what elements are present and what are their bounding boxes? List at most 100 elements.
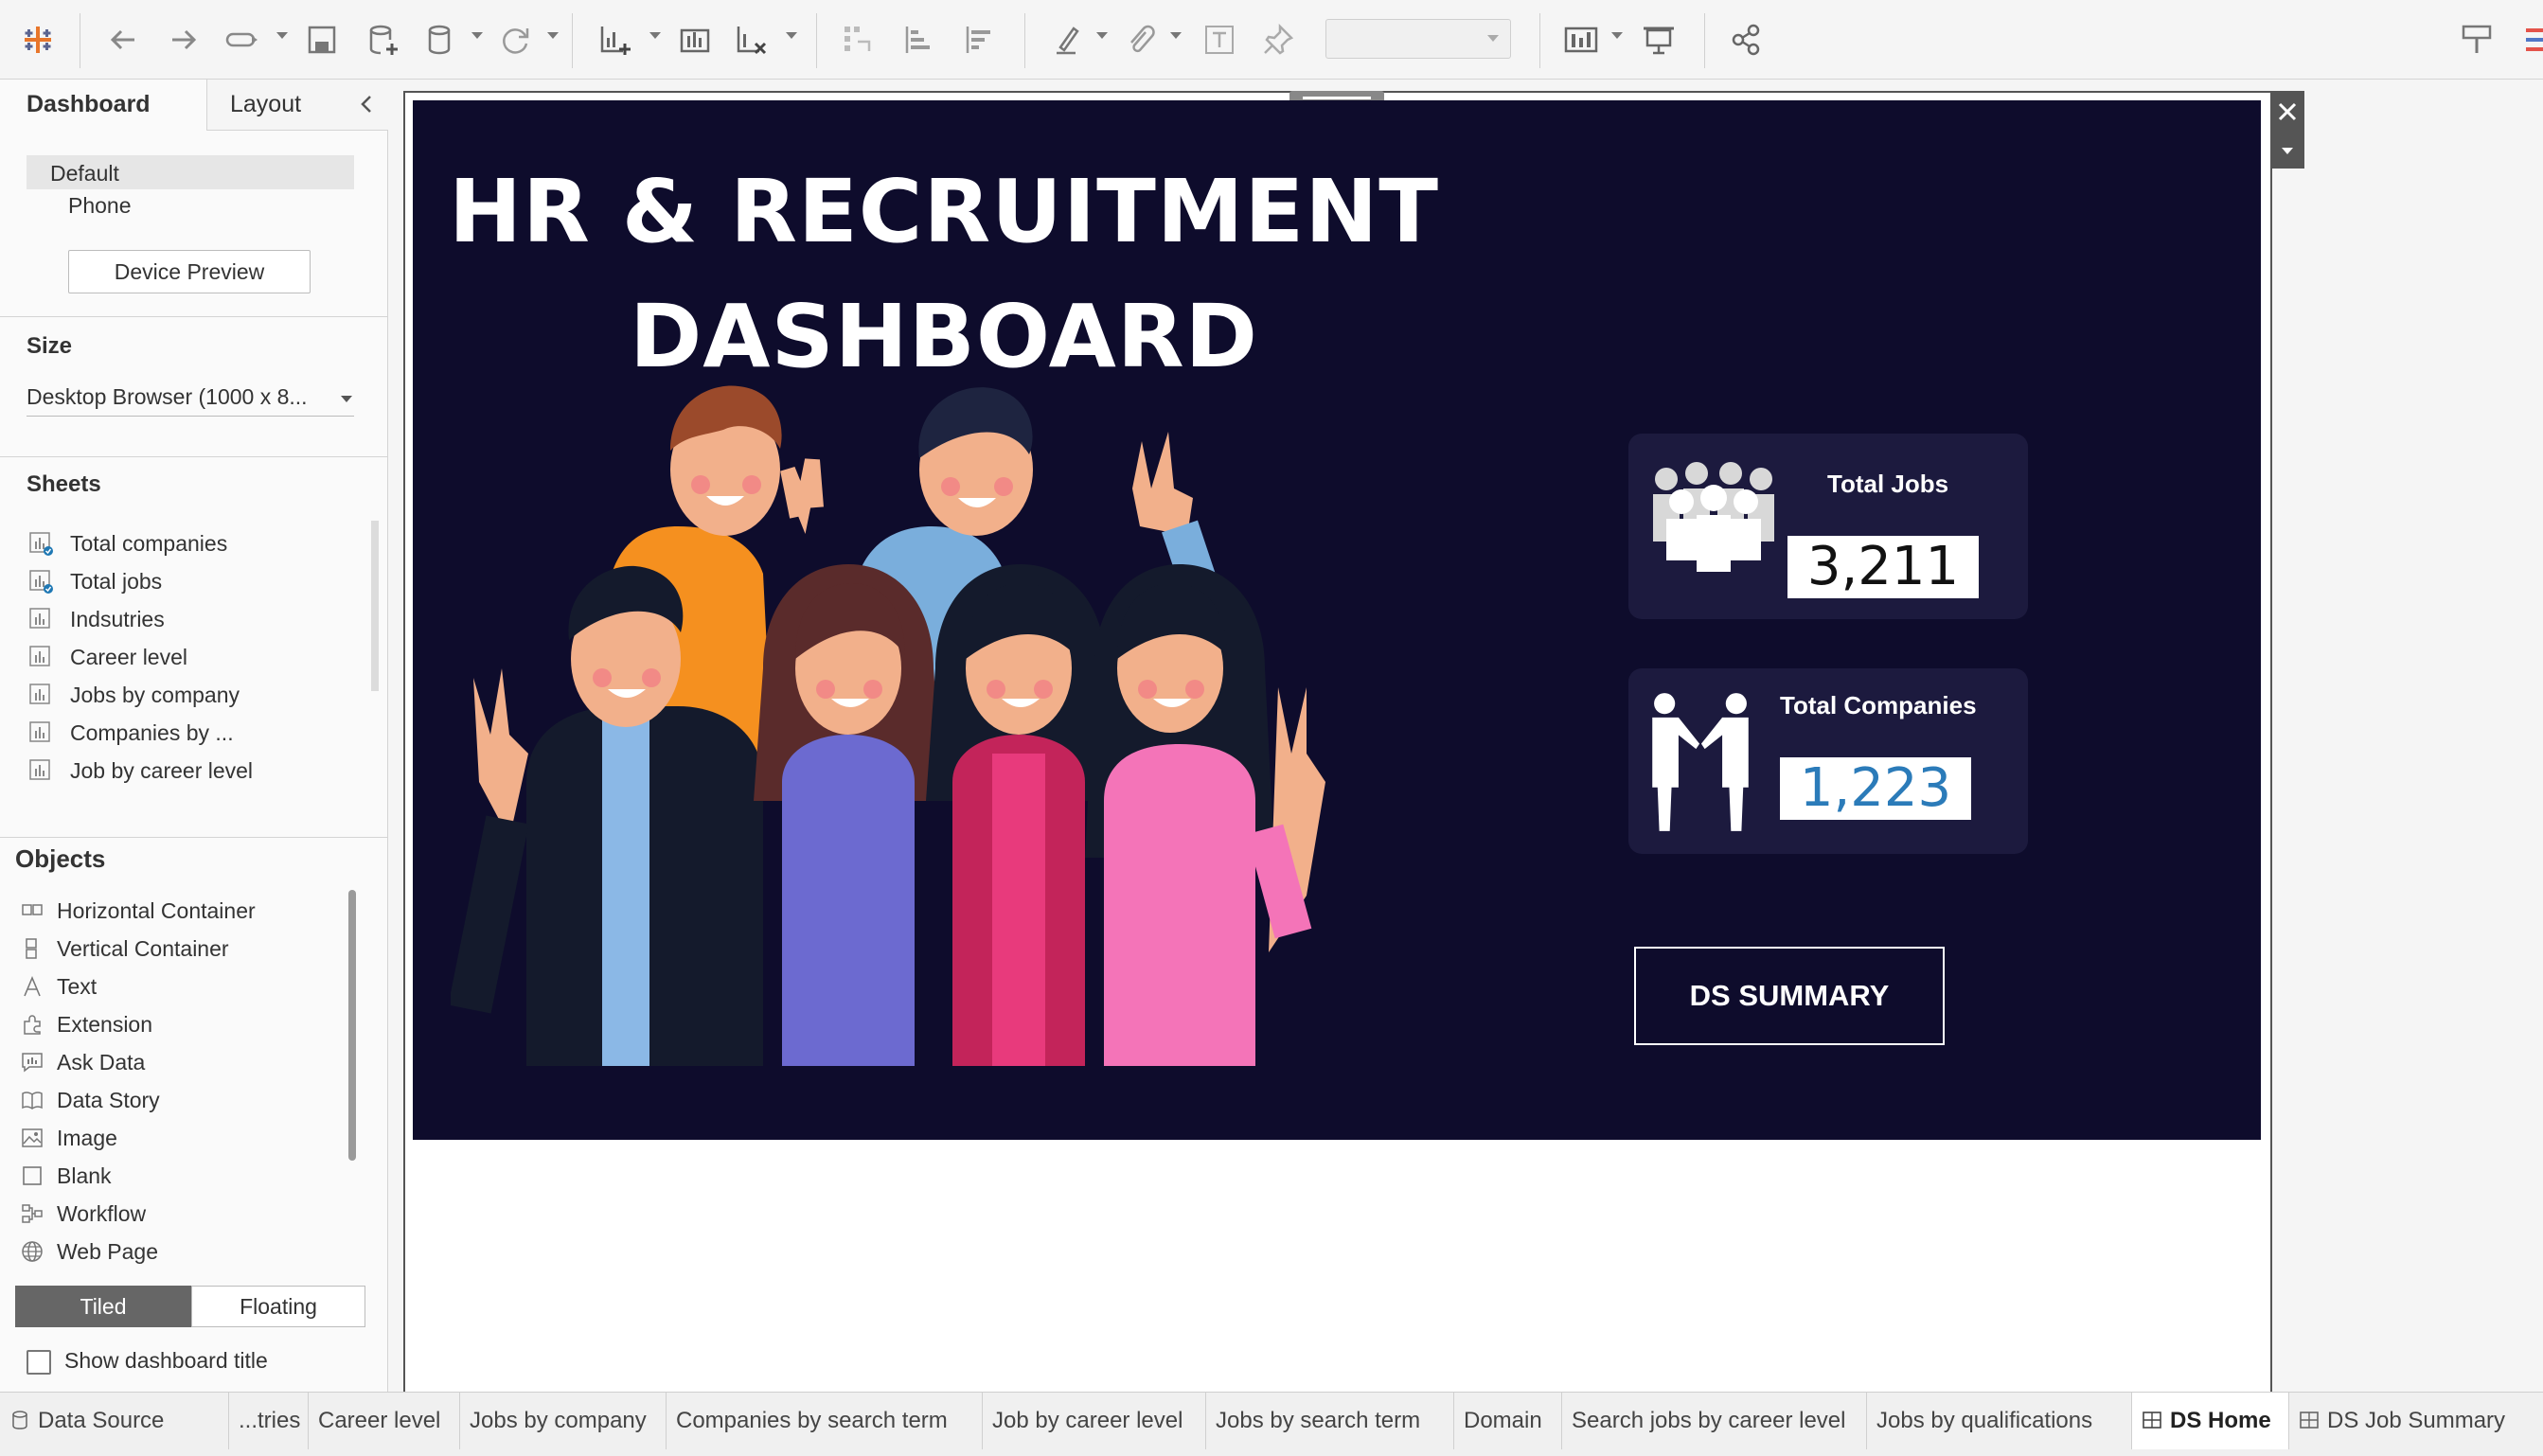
object-label: Ask Data <box>57 1049 146 1074</box>
new-datasource-icon[interactable] <box>360 17 405 62</box>
duplicate-icon[interactable] <box>672 17 718 62</box>
sheet-tab[interactable]: ...tries <box>229 1393 309 1449</box>
total-companies-value: 1,223 <box>1780 757 1971 820</box>
show-title-checkbox[interactable] <box>27 1350 51 1375</box>
sheets-scrollbar[interactable] <box>371 521 379 691</box>
clear-icon[interactable] <box>729 17 774 62</box>
objects-scrollbar[interactable] <box>348 890 356 1161</box>
redo-icon[interactable] <box>220 17 265 62</box>
new-worksheet-dropdown-icon[interactable] <box>649 32 661 39</box>
sheet-item[interactable]: Total jobs <box>28 562 369 600</box>
divider <box>0 456 388 457</box>
sheet-tab[interactable]: DS Job Summary <box>2289 1393 2543 1449</box>
device-default[interactable]: Default <box>27 155 354 189</box>
sheet-tab[interactable]: Companies by search term <box>667 1393 983 1449</box>
datasource-dropdown-icon[interactable] <box>471 32 483 39</box>
container-controls <box>2270 91 2304 169</box>
format-icon[interactable] <box>2454 17 2499 62</box>
objects-list: Horizontal Container Vertical Container … <box>21 892 343 1270</box>
sheet-tab[interactable]: Job by career level <box>983 1393 1206 1449</box>
sheet-item[interactable]: Total companies <box>28 524 369 562</box>
presentation-icon[interactable] <box>1636 17 1681 62</box>
dashboard-title-line1: HR & RECRUITMENT <box>448 161 1439 262</box>
sheet-item[interactable]: Companies by ... <box>28 714 369 752</box>
chevron-down-icon <box>1487 35 1499 42</box>
dashboard-zone[interactable]: HR & RECRUITMENT DASHBOARD Total Jobs 3,… <box>413 100 2261 1140</box>
sheet-label: Companies by ... <box>70 719 234 745</box>
sheet-label: Total jobs <box>70 568 163 594</box>
object-item[interactable]: Vertical Container <box>21 930 343 968</box>
total-companies-card[interactable]: Total Companies 1,223 <box>1628 668 2028 854</box>
highlight-icon[interactable] <box>1045 17 1091 62</box>
text-icon <box>24 975 41 997</box>
forward-icon[interactable] <box>161 17 206 62</box>
pin-icon[interactable] <box>1255 17 1301 62</box>
redo-dropdown-icon[interactable] <box>276 32 288 39</box>
object-item[interactable]: Data Story <box>21 1081 343 1119</box>
close-icon[interactable] <box>2270 95 2304 129</box>
back-icon[interactable] <box>100 17 146 62</box>
tab-label: DS Home <box>2170 1408 2271 1433</box>
share-icon[interactable] <box>1723 17 1769 62</box>
sheet-tab[interactable]: Jobs by company <box>460 1393 667 1449</box>
object-item[interactable]: Web Page <box>21 1233 343 1270</box>
sheet-item[interactable]: Career level <box>28 638 369 676</box>
datasource-icon[interactable] <box>417 17 462 62</box>
size-select[interactable]: Desktop Browser (1000 x 8... <box>27 379 354 417</box>
tableau-logo-icon[interactable] <box>15 17 61 62</box>
globe-icon <box>22 1241 43 1262</box>
object-item[interactable]: Horizontal Container <box>21 892 343 930</box>
image-icon <box>22 1128 43 1147</box>
show-me-icon[interactable] <box>1558 17 1604 62</box>
new-worksheet-icon[interactable] <box>593 17 638 62</box>
sheet-tab[interactable]: Career level <box>309 1393 460 1449</box>
device-preview-button[interactable]: Device Preview <box>68 250 311 293</box>
object-label: Text <box>57 973 98 999</box>
object-item[interactable]: Image <box>21 1119 343 1157</box>
object-item[interactable]: Extension <box>21 1005 343 1043</box>
object-item[interactable]: Workflow <box>21 1195 343 1233</box>
tiled-button[interactable]: Tiled <box>15 1286 191 1327</box>
sheet-label: Job by career level <box>70 757 254 783</box>
object-item[interactable]: Text <box>21 968 343 1005</box>
sheet-tab[interactable]: Domain <box>1454 1393 1562 1449</box>
sheet-tab[interactable]: Jobs by qualifications <box>1867 1393 2132 1449</box>
dashboard-icon <box>2300 1412 2319 1429</box>
datasource-icon <box>12 1411 27 1429</box>
clear-dropdown-icon[interactable] <box>786 32 797 39</box>
sheet-item[interactable]: Job by career level <box>28 752 369 790</box>
swap-icon[interactable] <box>835 17 880 62</box>
collapse-panel-icon[interactable] <box>356 93 379 115</box>
textbox-icon[interactable] <box>1197 17 1242 62</box>
toolbar <box>0 0 2543 80</box>
sheet-item[interactable]: Indsutries <box>28 600 369 638</box>
fit-select[interactable] <box>1325 19 1511 59</box>
floating-button[interactable]: Floating <box>191 1286 365 1327</box>
refresh-icon[interactable] <box>492 17 538 62</box>
device-phone[interactable]: Phone <box>68 193 132 219</box>
highlight-dropdown-icon[interactable] <box>1096 32 1108 39</box>
tab-data-source[interactable]: Data Source <box>0 1393 229 1449</box>
ds-summary-button[interactable]: DS SUMMARY <box>1634 947 1945 1045</box>
divider <box>0 837 388 838</box>
blank-icon <box>23 1166 42 1185</box>
object-item[interactable]: Ask Data <box>21 1043 343 1081</box>
sheet-tab[interactable]: Search jobs by career level <box>1562 1393 1867 1449</box>
object-item[interactable]: Blank <box>21 1157 343 1195</box>
tab-dashboard[interactable]: Dashboard <box>0 80 206 131</box>
sheet-tab[interactable]: Jobs by search term <box>1206 1393 1454 1449</box>
sort-asc-icon[interactable] <box>896 17 941 62</box>
tab-label: Career level <box>318 1408 441 1433</box>
annotate-dropdown-icon[interactable] <box>1170 32 1182 39</box>
show-me-dropdown-icon[interactable] <box>1611 32 1623 39</box>
object-label: Horizontal Container <box>57 897 256 923</box>
sheet-tab-active[interactable]: DS Home <box>2132 1393 2289 1449</box>
sheet-item[interactable]: Jobs by company <box>28 676 369 714</box>
more-options-icon[interactable] <box>2270 133 2304 167</box>
sort-desc-icon[interactable] <box>956 17 1002 62</box>
annotate-icon[interactable] <box>1117 17 1163 62</box>
save-icon[interactable] <box>299 17 345 62</box>
total-companies-label: Total Companies <box>1780 691 1977 719</box>
total-jobs-card[interactable]: Total Jobs 3,211 <box>1628 434 2028 619</box>
refresh-dropdown-icon[interactable] <box>547 32 559 39</box>
